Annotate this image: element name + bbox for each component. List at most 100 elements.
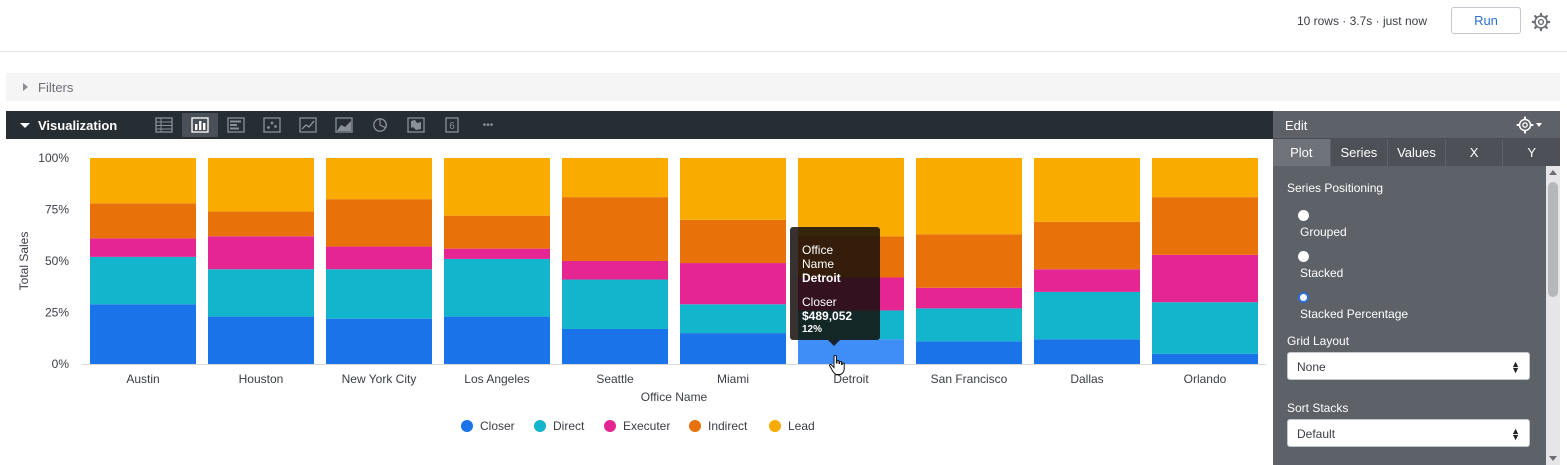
legend-label: Indirect [708, 419, 748, 433]
bar-segment [208, 236, 314, 270]
bar-segment [916, 287, 1022, 309]
visualization-type-picker: 6 ••• [146, 113, 506, 137]
scroll-up-icon[interactable] [1549, 170, 1557, 175]
svg-text:•••: ••• [483, 120, 494, 131]
gear-icon[interactable] [1531, 12, 1551, 32]
scroll-down-icon[interactable] [1549, 456, 1557, 461]
bar-segment [208, 158, 314, 212]
select-arrows-icon: ▲ ▼ [1511, 426, 1520, 442]
edit-panel-title: Edit [1285, 118, 1308, 133]
caret-down-icon[interactable] [20, 123, 30, 128]
x-tick-label: Seattle [596, 372, 634, 386]
grid-layout-select[interactable]: None ▲ ▼ [1287, 352, 1530, 380]
tooltip-dimension-label: Office Name [802, 243, 835, 271]
run-meta: 10 rows · 3.7s · just now [1296, 14, 1427, 28]
sort-stacks-select[interactable]: Default ▲ ▼ [1287, 419, 1530, 447]
legend-label: Closer [480, 419, 515, 433]
tab-y[interactable]: Y [1503, 139, 1560, 166]
x-axis-label: Office Name [641, 390, 708, 404]
table-icon[interactable] [146, 113, 182, 137]
filters-label: Filters [38, 80, 74, 95]
x-tick-label: Houston [239, 372, 284, 386]
legend-label: Lead [788, 419, 815, 433]
y-tick-label: 100% [38, 151, 69, 165]
bar-segment [798, 158, 904, 237]
x-tick-label: Orlando [1184, 372, 1227, 386]
chart-tooltip: Office Name Detroit Closer $489,052 12% [790, 227, 880, 346]
sort-stacks-label: Sort Stacks [1287, 401, 1349, 415]
bar-segment [444, 215, 550, 249]
scroll-thumb[interactable] [1548, 182, 1558, 297]
bar-segment [1152, 302, 1258, 354]
tab-values[interactable]: Values [1388, 139, 1446, 166]
bar-segment [680, 304, 786, 334]
single-value-icon[interactable]: 6 [434, 113, 470, 137]
legend-label: Executer [623, 419, 670, 433]
bar-segment [680, 219, 786, 264]
map-icon[interactable] [398, 113, 434, 137]
bar-segment [562, 279, 668, 329]
bar-segment [916, 158, 1022, 235]
tab-series[interactable]: Series [1331, 139, 1389, 166]
tooltip-percent: 12% [802, 324, 823, 335]
radio-grouped[interactable] [1298, 210, 1309, 221]
edit-panel-scrollbar[interactable] [1546, 166, 1560, 465]
bar-segment [1034, 158, 1140, 222]
y-tick-label: 50% [45, 254, 69, 268]
bar-segment [680, 263, 786, 305]
gear-dropdown-icon[interactable] [1516, 116, 1544, 134]
filters-section[interactable]: Filters [6, 73, 1560, 101]
y-tick-label: 25% [45, 306, 69, 320]
visualization-title: Visualization [38, 118, 118, 133]
bar-segment [1034, 221, 1140, 270]
bar-segment [90, 203, 196, 239]
bar-segment [326, 199, 432, 247]
bar-segment [1152, 197, 1258, 255]
top-bar: 10 rows · 3.7s · just now Run [0, 0, 1567, 52]
radio-stacked-percentage[interactable] [1298, 292, 1309, 303]
radio-stacked[interactable] [1298, 251, 1309, 262]
bar-segment [90, 238, 196, 257]
bar-segment [916, 341, 1022, 364]
x-tick-label: Austin [126, 372, 159, 386]
x-tick-label: Dallas [1070, 372, 1103, 386]
bar-segment [326, 158, 432, 200]
bar-chart-icon[interactable] [218, 113, 254, 137]
option-stacked-percentage-label: Stacked Percentage [1300, 307, 1409, 321]
pie-chart-icon[interactable] [362, 113, 398, 137]
stacked-column-chart: 0% 25% 50% 75% 100% Total Sales Austin Houston N… [17, 151, 1266, 433]
bar-segment [326, 246, 432, 270]
hand-cursor-icon [828, 355, 845, 375]
area-chart-icon[interactable] [326, 113, 362, 137]
legend-swatch [534, 420, 546, 432]
bar-segment [680, 158, 786, 220]
legend-swatch [769, 420, 781, 432]
x-tick-label: Los Angeles [464, 372, 529, 386]
more-icon[interactable]: ••• [470, 113, 506, 137]
y-axis-label: Total Sales [17, 232, 31, 291]
scatter-icon[interactable] [254, 113, 290, 137]
bar-segment [562, 197, 668, 261]
y-tick-label: 75% [45, 203, 69, 217]
bar-segment [326, 318, 432, 364]
bar-segment [444, 316, 550, 364]
tab-plot[interactable]: Plot [1273, 139, 1331, 166]
caret-right-icon [23, 83, 28, 91]
line-chart-icon[interactable] [290, 113, 326, 137]
column-chart-icon[interactable] [182, 113, 218, 137]
bar-segment [562, 328, 668, 364]
grid-layout-label: Grid Layout [1287, 334, 1350, 348]
bar-segment [1152, 353, 1258, 364]
option-grouped-label: Grouped [1300, 225, 1347, 239]
bar-segment [208, 316, 314, 364]
tooltip-series-name: Closer [802, 295, 837, 309]
run-button[interactable]: Run [1451, 7, 1521, 34]
edit-panel: Edit Plot Series Values X Y Series Posit… [1273, 111, 1560, 465]
bar-segment [444, 248, 550, 259]
tab-x[interactable]: X [1446, 139, 1504, 166]
edit-panel-body: Series Positioning Grouped Stacked Stack… [1273, 166, 1560, 465]
bar-segment [562, 261, 668, 280]
legend-swatch [604, 420, 616, 432]
legend-label: Direct [553, 419, 585, 433]
bar-segment [208, 211, 314, 237]
